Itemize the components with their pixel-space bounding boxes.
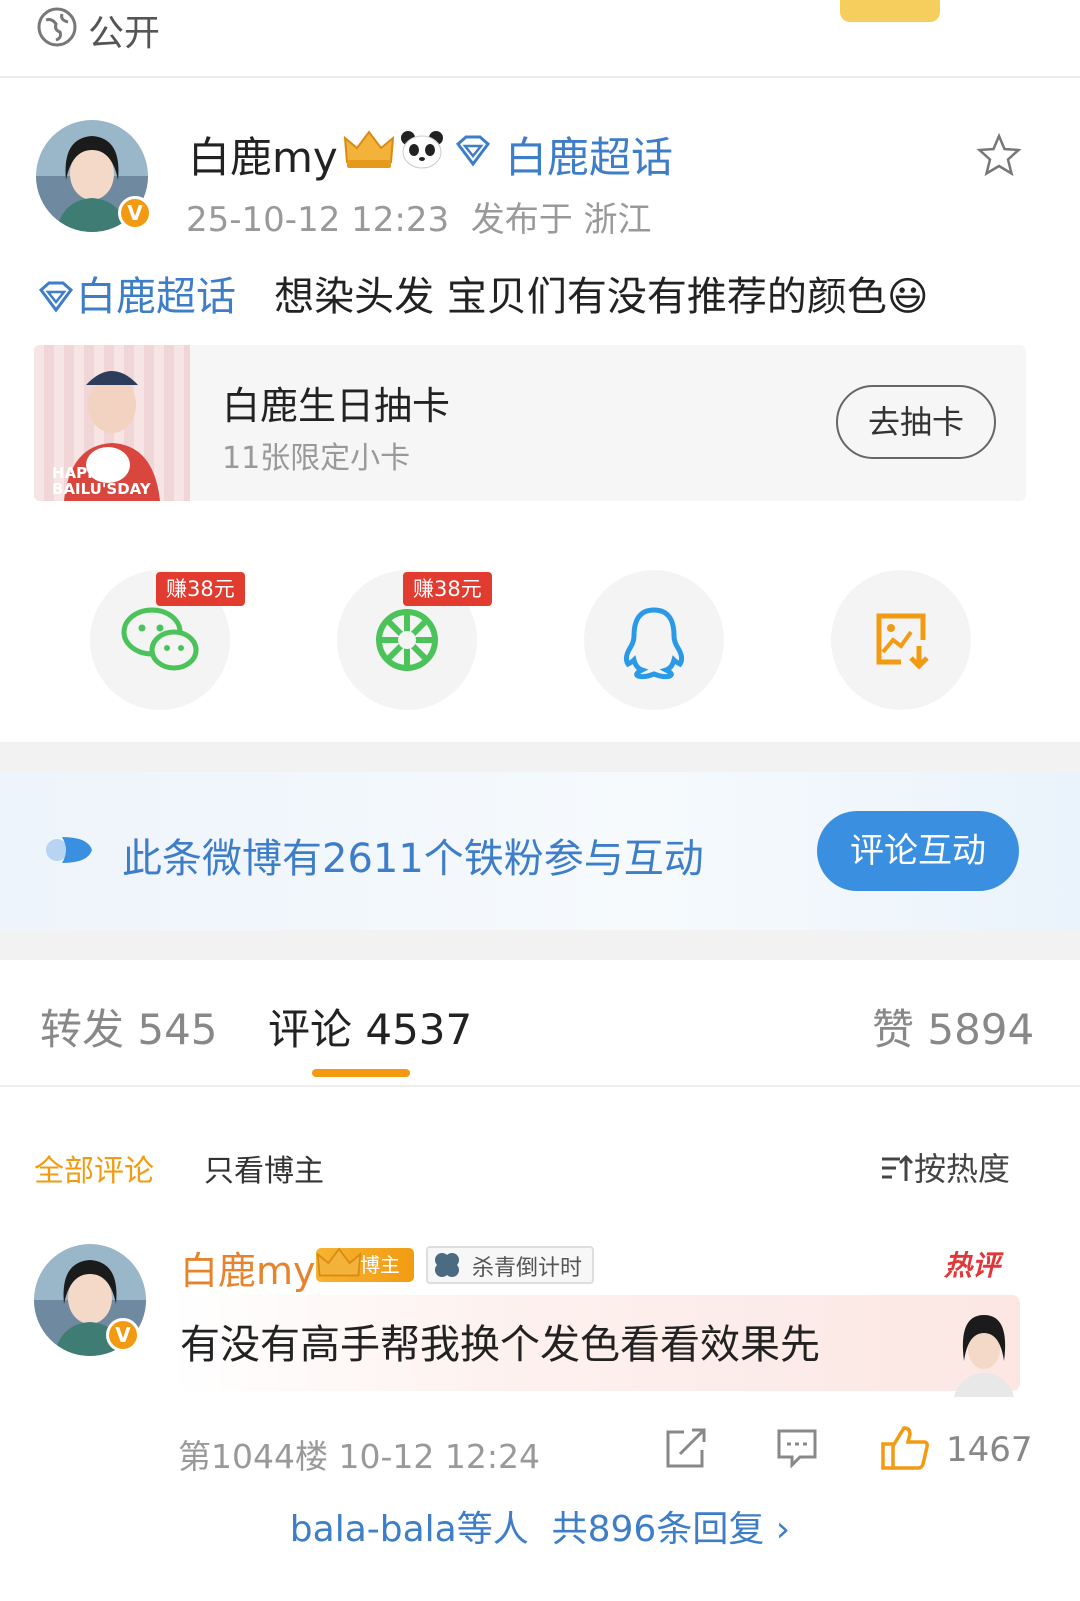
card-thumb-text: HAPPY BAILU'SDAY: [52, 464, 151, 498]
post-meta: 25-10-12 12:23 发布于 浙江: [186, 200, 652, 240]
filter-all-comments[interactable]: 全部评论: [34, 1146, 154, 1190]
author-name[interactable]: 白鹿my: [188, 124, 338, 185]
post-topic-tag[interactable]: 白鹿超话: [76, 274, 236, 320]
commenter-name[interactable]: 白鹿my: [180, 1240, 316, 1295]
active-tab-indicator: [312, 1069, 410, 1077]
tab-like[interactable]: 赞 5894: [872, 996, 1034, 1057]
draw-card-button[interactable]: 去抽卡: [836, 385, 996, 459]
share-qq-button[interactable]: [584, 570, 724, 710]
clover-icon: [435, 1253, 459, 1277]
comment-interact-button[interactable]: 评论互动: [817, 811, 1019, 891]
tabs-divider: [0, 1085, 1080, 1087]
crown-icon: [343, 130, 395, 168]
super-topic-icon: [38, 281, 74, 313]
comment-decoration-portrait: [954, 1315, 1014, 1397]
tab-repost[interactable]: 转发 545: [40, 996, 218, 1057]
fans-icon: [46, 837, 92, 863]
save-image-icon: [876, 613, 929, 670]
section-divider: [0, 742, 1080, 772]
qq-icon: [623, 607, 685, 680]
verified-badge: V: [106, 1318, 140, 1352]
section-divider: [0, 930, 1080, 960]
tab-comment[interactable]: 评论 4537: [268, 996, 472, 1057]
reply-icon[interactable]: [776, 1428, 818, 1468]
earn-badge: 赚38元: [403, 572, 492, 606]
card-title: 白鹿生日抽卡: [222, 384, 451, 428]
post-body: 想染头发 宝贝们有没有推荐的颜色: [274, 274, 887, 320]
visibility-label: 公开: [88, 13, 161, 54]
comment-meta: 第1044楼 10-12 12:24: [178, 1437, 540, 1476]
lottery-card[interactable]: HAPPY BAILU'SDAY 白鹿生日抽卡 11张限定小卡 去抽卡: [34, 345, 1026, 501]
comment-text: 有没有高手帮我换个发色看看效果先: [180, 1322, 820, 1368]
super-topic-link[interactable]: 白鹿超话: [505, 124, 673, 185]
save-image-button[interactable]: [831, 570, 971, 710]
smile-emoji: 😃: [886, 274, 929, 320]
fans-banner-text: 此条微博有2611个铁粉参与互动: [122, 836, 704, 882]
sort-by-hot-button[interactable]: 按热度: [880, 1144, 1010, 1190]
favorite-star-icon[interactable]: [975, 132, 1023, 180]
card-subtitle: 11张限定小卡: [222, 441, 411, 476]
sort-label: 按热度: [914, 1150, 1011, 1188]
filter-blogger-only[interactable]: 只看博主: [204, 1146, 324, 1190]
panda-icon: [401, 131, 443, 169]
crown-icon: [316, 1247, 362, 1277]
repost-icon[interactable]: [664, 1428, 708, 1470]
like-count: 1467: [946, 1430, 1033, 1470]
verified-badge: V: [118, 196, 152, 230]
view-replies-link[interactable]: bala-bala等人 共896条回复 ›: [0, 1500, 1080, 1552]
super-topic-icon: [455, 135, 491, 167]
hot-comment-label: 热评: [944, 1249, 1001, 1282]
countdown-label: 杀青倒计时: [472, 1256, 583, 1281]
like-icon[interactable]: [880, 1424, 930, 1470]
post-text: 白鹿超话 想染头发 宝贝们有没有推荐的颜色😃: [36, 264, 929, 322]
sort-icon: [882, 1154, 914, 1181]
globe-icon: [37, 7, 77, 47]
earn-badge: 赚38元: [156, 572, 245, 606]
top-decoration: [840, 0, 940, 22]
